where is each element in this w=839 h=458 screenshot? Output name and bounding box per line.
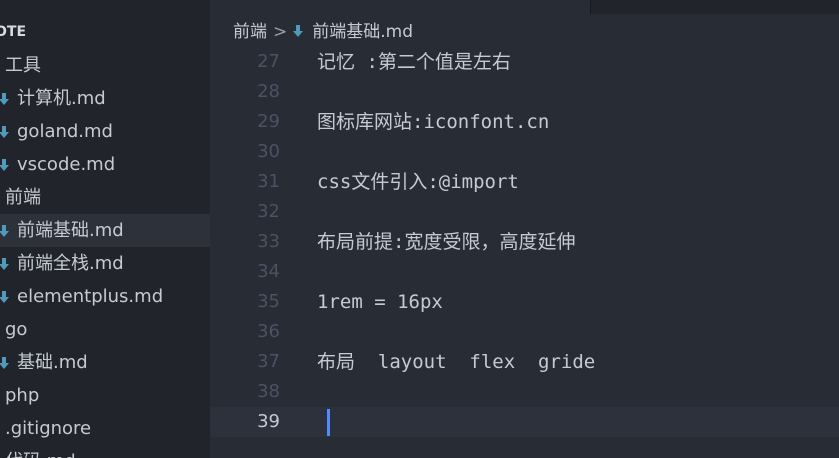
line-number: 27 bbox=[257, 51, 280, 72]
editor-pane[interactable]: 前端 > 前端基础.md 27 28 29 30 31 32 33 34 35 36… bbox=[210, 0, 839, 458]
line-number: 29 bbox=[257, 111, 280, 132]
line-number: 33 bbox=[257, 231, 280, 252]
line-number: 28 bbox=[257, 81, 280, 102]
file-tree: 工具 计算机.md goland.md vscode.md 前端 前端基础.md bbox=[0, 49, 210, 458]
tree-folder-go[interactable]: go bbox=[0, 313, 210, 346]
tab-strip bbox=[210, 0, 839, 14]
breadcrumb: 前端 > 前端基础.md bbox=[233, 18, 413, 46]
line-number: 36 bbox=[257, 321, 280, 342]
tree-folder-tools[interactable]: 工具 bbox=[0, 49, 210, 82]
line-number: 38 bbox=[257, 381, 280, 402]
active-tab[interactable] bbox=[210, 0, 591, 14]
code-line[interactable] bbox=[317, 257, 839, 287]
code-line[interactable] bbox=[317, 77, 839, 107]
code-line[interactable]: 记忆 :第二个值是左右 bbox=[317, 47, 839, 77]
tree-file-goland[interactable]: goland.md bbox=[0, 115, 210, 148]
tree-item-label: .gitignore bbox=[5, 418, 92, 439]
code-line[interactable] bbox=[317, 197, 839, 227]
code-line[interactable] bbox=[317, 137, 839, 167]
markdown-icon bbox=[0, 225, 9, 237]
tree-item-label: 基础.md bbox=[17, 352, 88, 373]
tree-item-label: 前端 bbox=[5, 187, 41, 208]
line-number: 30 bbox=[257, 141, 280, 162]
code-line[interactable]: css文件引入:@import bbox=[317, 167, 839, 197]
code-lines[interactable]: 记忆 :第二个值是左右 图标库网站:iconfont.cn css文件引入:@i… bbox=[317, 47, 839, 437]
breadcrumb-separator: > bbox=[273, 22, 288, 42]
tree-folder-frontend[interactable]: 前端 bbox=[0, 181, 210, 214]
markdown-icon bbox=[293, 25, 304, 37]
code-line[interactable] bbox=[317, 407, 839, 437]
tree-item-label: 前端全栈.md bbox=[17, 253, 124, 274]
line-number: 32 bbox=[257, 201, 280, 222]
code-line[interactable]: 1rem = 16px bbox=[317, 287, 839, 317]
tree-item-label: 前端基础.md bbox=[17, 220, 124, 241]
markdown-icon bbox=[0, 291, 9, 303]
breadcrumb-folder[interactable]: 前端 bbox=[233, 18, 267, 46]
tree-item-label: php bbox=[5, 385, 40, 406]
line-number: 35 bbox=[257, 291, 280, 312]
markdown-icon bbox=[0, 93, 9, 105]
explorer-title: OTE bbox=[0, 24, 27, 40]
tree-file-gitignore[interactable]: .gitignore bbox=[0, 412, 210, 445]
tree-file-basics[interactable]: 基础.md bbox=[0, 346, 210, 379]
markdown-icon bbox=[0, 258, 9, 270]
tree-file-frontend-fullstack[interactable]: 前端全栈.md bbox=[0, 247, 210, 280]
tree-file-frontend-basics[interactable]: 前端基础.md bbox=[0, 214, 210, 247]
code-line[interactable]: 布局前提:宽度受限，高度延伸 bbox=[317, 227, 839, 257]
tree-item-label: 工具 bbox=[5, 55, 41, 76]
current-line-number: 39 bbox=[257, 411, 280, 432]
tree-file-vscode[interactable]: vscode.md bbox=[0, 148, 210, 181]
tab-divider bbox=[590, 0, 591, 14]
line-number: 34 bbox=[257, 261, 280, 282]
code-line[interactable]: 图标库网站:iconfont.cn bbox=[317, 107, 839, 137]
tree-item-label: vscode.md bbox=[17, 154, 116, 175]
tree-item-label: go bbox=[5, 319, 28, 340]
app-window: OTE 工具 计算机.md goland.md vscode.md 前端 前端基… bbox=[0, 0, 839, 458]
text-cursor bbox=[327, 409, 330, 436]
line-number: 31 bbox=[257, 171, 280, 192]
tree-file-elementplus[interactable]: elementplus.md bbox=[0, 280, 210, 313]
tree-folder-php[interactable]: php bbox=[0, 379, 210, 412]
code-line[interactable]: 布局 layout flex gride bbox=[317, 347, 839, 377]
breadcrumb-file[interactable]: 前端基础.md bbox=[312, 18, 413, 46]
markdown-icon bbox=[0, 159, 9, 171]
line-number: 37 bbox=[257, 351, 280, 372]
line-number-gutter: 27 28 29 30 31 32 33 34 35 36 37 38 39 bbox=[210, 47, 280, 437]
tree-item-label: 代码.md bbox=[0, 445, 76, 458]
code-line[interactable] bbox=[317, 377, 839, 407]
code-line[interactable] bbox=[317, 317, 839, 347]
file-explorer: OTE 工具 计算机.md goland.md vscode.md 前端 前端基… bbox=[0, 0, 210, 458]
tree-file-computer[interactable]: 计算机.md bbox=[0, 82, 210, 115]
markdown-icon bbox=[0, 357, 9, 369]
tree-item-label: goland.md bbox=[17, 121, 113, 142]
tree-item-label: 计算机.md bbox=[17, 88, 106, 109]
markdown-icon bbox=[0, 126, 9, 138]
tree-file-code[interactable]: 代码.md bbox=[0, 445, 210, 458]
tree-item-label: elementplus.md bbox=[17, 286, 164, 307]
